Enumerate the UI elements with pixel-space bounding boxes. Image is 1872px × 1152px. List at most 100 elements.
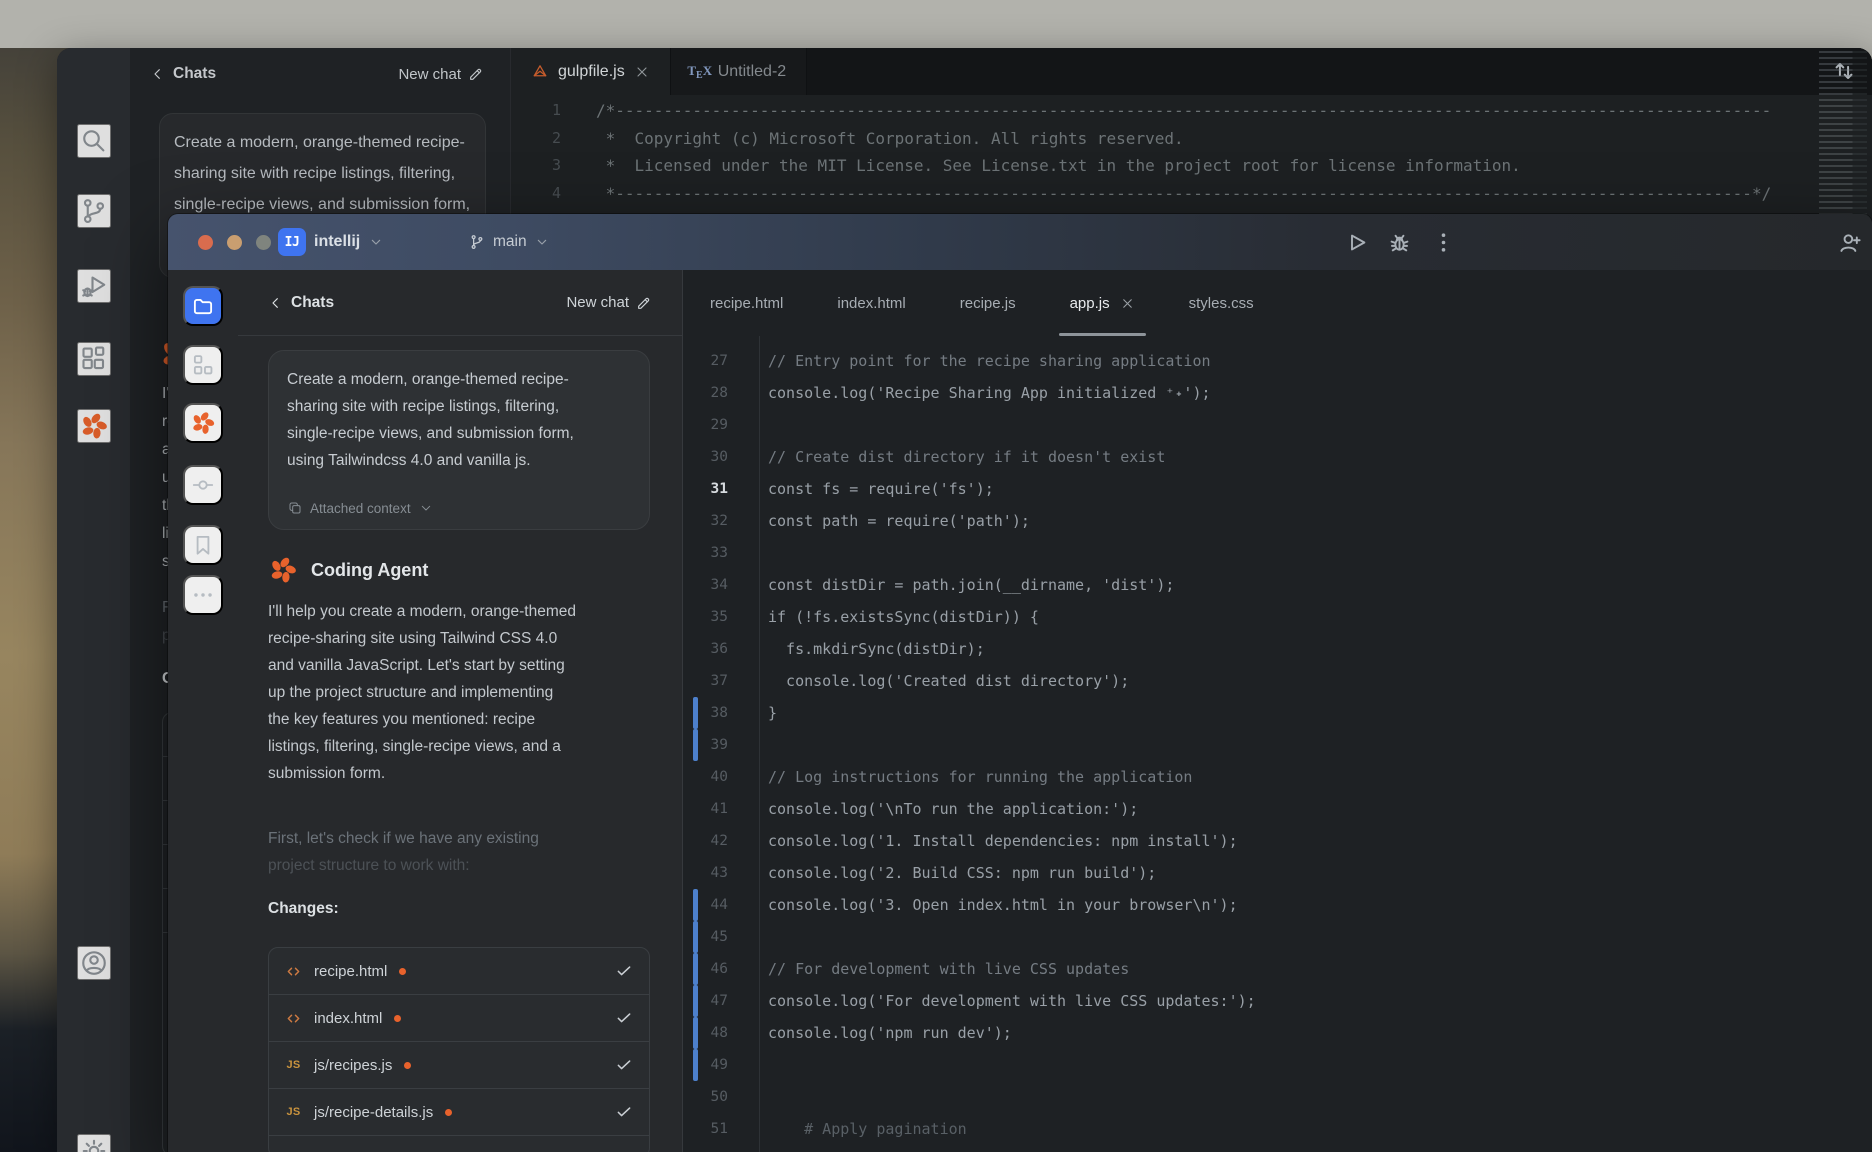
code-line: 4 *-------------------------------------… bbox=[511, 180, 1872, 208]
activity-item-settings[interactable] bbox=[77, 1134, 111, 1152]
tool-window-commit[interactable] bbox=[183, 465, 223, 505]
line-number: 40 bbox=[698, 761, 728, 793]
editor-tab-gulpfile.js[interactable]: gulpfile.js bbox=[511, 48, 671, 95]
line-number: 43 bbox=[698, 857, 728, 889]
minimap[interactable] bbox=[1819, 51, 1867, 221]
line-text: fs.mkdirSync(distDir); bbox=[768, 633, 985, 665]
debug-button[interactable] bbox=[1386, 229, 1413, 256]
line-number: 1 bbox=[511, 97, 561, 125]
editor-area: recipe.html index.html recipe.js app.js … bbox=[682, 270, 1872, 1152]
settings-icon bbox=[79, 1136, 109, 1152]
activity-item-account[interactable] bbox=[77, 946, 111, 980]
text-line: listings, filtering, single-recipe views… bbox=[268, 733, 576, 760]
new-chat-button[interactable]: New chat bbox=[398, 66, 484, 83]
code-with-me-button[interactable] bbox=[1836, 229, 1863, 256]
extensions-icon bbox=[79, 344, 109, 374]
chats-back-button[interactable]: Chats bbox=[268, 294, 334, 312]
change-row-js/recipes.js[interactable]: JS js/recipes.js bbox=[269, 1042, 649, 1089]
line-text: /*--------------------------------------… bbox=[596, 97, 1771, 125]
chats-back-label: Chats bbox=[173, 65, 216, 83]
code-line: 27 // Entry point for the recipe sharing… bbox=[683, 345, 1872, 377]
intellij-window: IJ intellij main bbox=[168, 214, 1872, 1152]
close-icon[interactable] bbox=[1120, 296, 1135, 311]
activity-item-extensions[interactable] bbox=[77, 342, 111, 376]
line-text: console.log('For development with live C… bbox=[768, 985, 1256, 1017]
attached-context-chip[interactable]: Attached context bbox=[287, 500, 434, 516]
change-row-js/recipe-details.js[interactable]: JS js/recipe-details.js bbox=[269, 1089, 649, 1136]
editor-tab-recipe.html[interactable]: recipe.html bbox=[683, 270, 810, 336]
window-zoom-button[interactable] bbox=[256, 235, 271, 250]
line-text: // Log instructions for running the appl… bbox=[768, 761, 1192, 793]
activity-item-junie[interactable] bbox=[77, 409, 111, 443]
js-file-icon: JS bbox=[285, 1104, 302, 1121]
code-line: 41 console.log('\nTo run the application… bbox=[683, 793, 1872, 825]
editor-tab-index.html[interactable]: index.html bbox=[810, 270, 932, 336]
line-text: } bbox=[768, 697, 777, 729]
chevron-down-icon bbox=[368, 234, 384, 250]
code-line: 48 console.log('npm run dev'); bbox=[683, 1017, 1872, 1049]
modified-dot bbox=[445, 1109, 452, 1116]
tab-label: recipe.js bbox=[960, 295, 1016, 312]
more-icon bbox=[190, 582, 216, 608]
chats-back-label: Chats bbox=[291, 294, 334, 312]
source-control-icon bbox=[79, 196, 109, 226]
line-number: 30 bbox=[698, 441, 728, 473]
junie-icon bbox=[79, 411, 109, 441]
modified-dot bbox=[399, 968, 406, 975]
editor-tab-recipe.js[interactable]: recipe.js bbox=[933, 270, 1043, 336]
text-line: sharing site with recipe listings, filte… bbox=[174, 158, 471, 189]
tool-window-more[interactable] bbox=[183, 575, 223, 615]
new-chat-button[interactable]: New chat bbox=[566, 294, 652, 311]
code-line: 42 console.log('1. Install dependencies:… bbox=[683, 825, 1872, 857]
line-number: 27 bbox=[698, 345, 728, 377]
tool-window-folder[interactable] bbox=[183, 286, 223, 326]
editor-tab-app.js[interactable]: app.js bbox=[1043, 270, 1162, 336]
change-row-index.html[interactable]: index.html bbox=[269, 995, 649, 1042]
account-icon bbox=[79, 948, 109, 978]
activity-item-search[interactable] bbox=[77, 124, 111, 158]
line-number: 39 bbox=[698, 729, 728, 761]
line-number: 2 bbox=[511, 125, 561, 153]
user-message-card[interactable]: Create a modern, orange-themed recipe-sh… bbox=[268, 350, 650, 530]
window-minimize-button[interactable] bbox=[227, 235, 242, 250]
tab-label: Untitled-2 bbox=[718, 63, 786, 81]
run-button[interactable] bbox=[1343, 229, 1370, 256]
new-chat-label: New chat bbox=[398, 66, 461, 83]
activity-item-run-debug[interactable] bbox=[77, 269, 111, 303]
line-text: console.log('Recipe Sharing App initiali… bbox=[768, 377, 1211, 409]
changes-list: recipe.html index.html JS js/recipes.js … bbox=[268, 947, 650, 1152]
agent-response: I'll help you create a modern, orange-th… bbox=[268, 598, 576, 787]
text-line: I'll help you create a modern, orange-th… bbox=[268, 598, 576, 625]
close-icon[interactable] bbox=[634, 64, 650, 80]
chats-back-button[interactable]: Chats bbox=[150, 65, 216, 83]
code-line: 34 const distDir = path.join(__dirname, … bbox=[683, 569, 1872, 601]
editor-tab-bar: gulpfile.js TEX Untitled-2 bbox=[511, 48, 1872, 95]
tool-window-structure[interactable] bbox=[183, 345, 223, 385]
gulp-icon bbox=[531, 63, 549, 81]
tool-window-bookmark[interactable] bbox=[183, 525, 223, 565]
editor-tab-styles.css[interactable]: styles.css bbox=[1162, 270, 1281, 336]
window-close-button[interactable] bbox=[198, 235, 213, 250]
project-selector[interactable]: intellij bbox=[314, 227, 384, 257]
text-line: submission form. bbox=[268, 760, 576, 787]
line-text: console.log('npm run dev'); bbox=[768, 1017, 1012, 1049]
more-actions-button[interactable] bbox=[1430, 229, 1457, 256]
text-line: Create a modern, orange-themed recipe- bbox=[174, 127, 471, 158]
tool-window-junie[interactable] bbox=[183, 403, 223, 443]
html-file-icon bbox=[285, 1010, 302, 1027]
activity-bar bbox=[57, 48, 130, 1152]
editor-tab-Untitled-2[interactable]: TEX Untitled-2 bbox=[671, 48, 807, 95]
code-area[interactable]: 27 // Entry point for the recipe sharing… bbox=[683, 336, 1872, 1152]
branch-selector[interactable]: main bbox=[468, 227, 550, 257]
person-add-icon bbox=[1836, 229, 1863, 256]
agent-header: Coding Agent bbox=[268, 555, 428, 585]
activity-item-source-control[interactable] bbox=[77, 194, 111, 228]
line-number: 45 bbox=[698, 921, 728, 953]
line-text: console.log('Created dist directory'); bbox=[768, 665, 1129, 697]
modified-dot bbox=[404, 1062, 411, 1069]
new-chat-label: New chat bbox=[566, 294, 629, 311]
change-row-recipe.html[interactable]: recipe.html bbox=[269, 948, 649, 995]
text-line: sharing site with recipe listings, filte… bbox=[287, 393, 631, 420]
code-line: 32 const path = require('path'); bbox=[683, 505, 1872, 537]
check-icon bbox=[615, 1009, 633, 1027]
